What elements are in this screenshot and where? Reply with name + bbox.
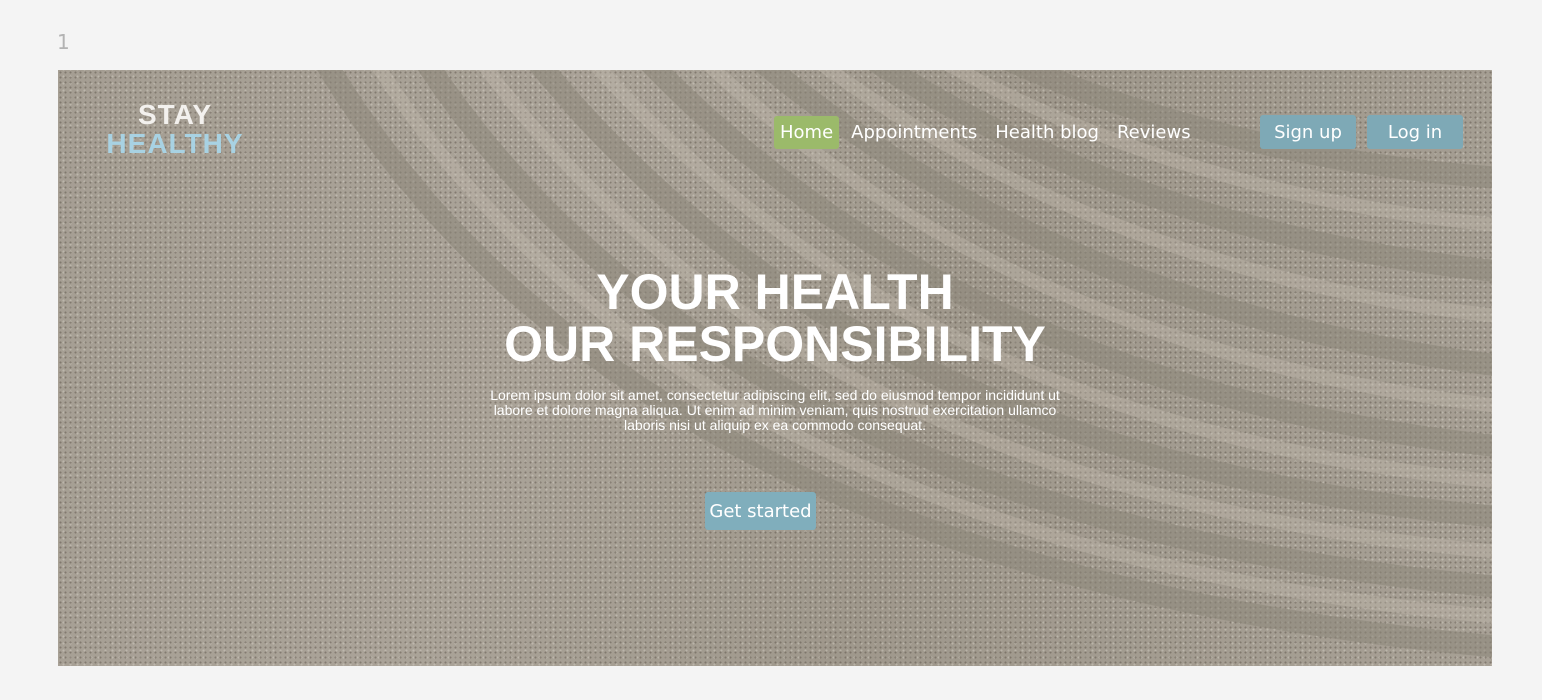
hero-description: Lorem ipsum dolor sit amet, consectetur …	[490, 387, 1060, 433]
nav-item-reviews[interactable]: Reviews	[1111, 116, 1197, 149]
nav-item-appointments[interactable]: Appointments	[845, 116, 983, 149]
hero-headline: YOUR HEALTH OUR RESPONSIBILITY	[58, 266, 1492, 370]
main-nav: Home Appointments Health blog Reviews	[774, 115, 1203, 149]
nav-item-home[interactable]: Home	[774, 115, 840, 149]
logo-line-1: STAY	[137, 99, 213, 130]
hero-section: STAY HEALTHY Home Appointments Health bl…	[58, 70, 1492, 666]
get-started-button[interactable]: Get started	[705, 492, 816, 530]
nav-item-health-blog[interactable]: Health blog	[989, 116, 1105, 149]
log-in-button[interactable]: Log in	[1367, 115, 1463, 149]
logo[interactable]: STAY HEALTHY	[100, 100, 250, 158]
logo-line-2: HEALTHY	[106, 128, 244, 159]
sign-up-button[interactable]: Sign up	[1260, 115, 1356, 149]
hero-headline-line-1: YOUR HEALTH	[596, 264, 954, 320]
hero-headline-line-2: OUR RESPONSIBILITY	[504, 316, 1046, 372]
frame-number: 1	[57, 30, 70, 54]
